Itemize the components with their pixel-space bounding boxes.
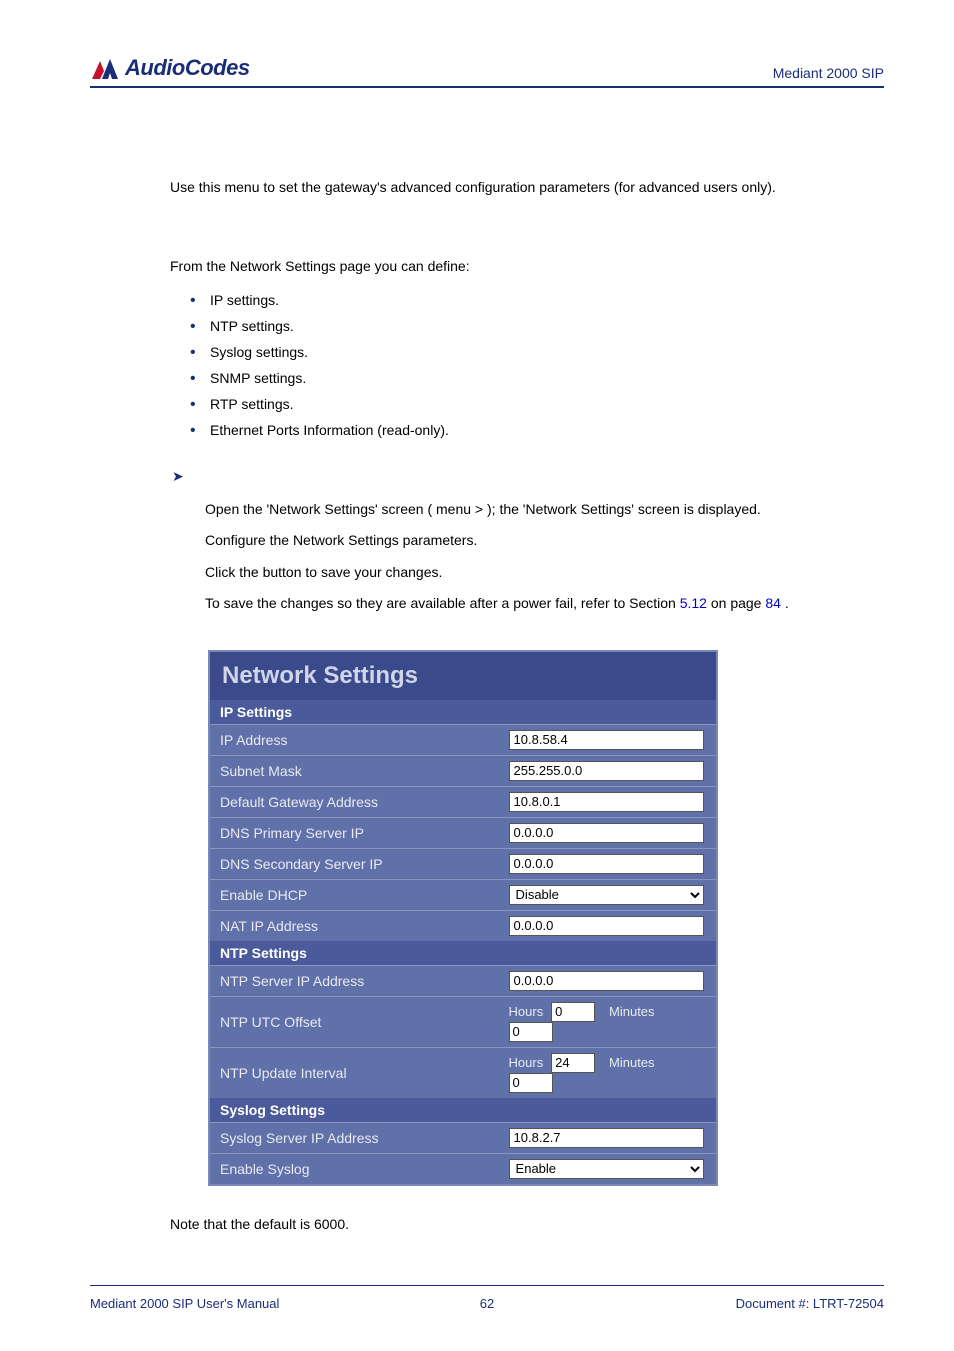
footer-page-number: 62 bbox=[480, 1296, 494, 1311]
syslog-select[interactable]: Enable bbox=[509, 1159, 704, 1179]
label-dns1: DNS Primary Server IP bbox=[209, 817, 499, 848]
utc-hours-input[interactable] bbox=[551, 1002, 595, 1022]
utc-minutes-input[interactable] bbox=[509, 1022, 553, 1042]
step-text: ); the 'Network Settings' screen is disp… bbox=[487, 501, 761, 517]
list-item: NTP settings. bbox=[170, 318, 874, 334]
steps-list: Open the 'Network Settings' screen ( men… bbox=[205, 500, 874, 614]
ip-address-input[interactable] bbox=[509, 730, 704, 750]
step-text: Click the bbox=[205, 564, 263, 580]
panel-title: Network Settings bbox=[209, 651, 717, 700]
define-intro: From the Network Settings page you can d… bbox=[170, 258, 874, 274]
interval-hours-input[interactable] bbox=[551, 1053, 595, 1073]
intro-text: Use this menu to set the gateway's advan… bbox=[170, 178, 874, 198]
list-item: Ethernet Ports Information (read-only). bbox=[170, 422, 874, 438]
list-item: SNMP settings. bbox=[170, 370, 874, 386]
step-1: Open the 'Network Settings' screen ( men… bbox=[205, 500, 874, 520]
step-text: menu > bbox=[436, 501, 487, 517]
dns2-input[interactable] bbox=[509, 854, 704, 874]
step-4: To save the changes so they are availabl… bbox=[205, 594, 874, 614]
label-gateway: Default Gateway Address bbox=[209, 786, 499, 817]
hours-label: Hours bbox=[509, 1004, 544, 1019]
footer-left: Mediant 2000 SIP User's Manual bbox=[90, 1296, 279, 1311]
step-text: on page bbox=[711, 595, 766, 611]
label-enable-syslog: Enable Syslog bbox=[209, 1153, 499, 1185]
settings-bullet-list: IP settings. NTP settings. Syslog settin… bbox=[170, 292, 874, 438]
list-item: IP settings. bbox=[170, 292, 874, 308]
arrow-icon: ➤ bbox=[172, 468, 874, 485]
label-ip-address: IP Address bbox=[209, 724, 499, 755]
ntp-server-input[interactable] bbox=[509, 971, 704, 991]
label-dns2: DNS Secondary Server IP bbox=[209, 848, 499, 879]
subnet-mask-input[interactable] bbox=[509, 761, 704, 781]
logo: AudioCodes bbox=[90, 55, 250, 81]
label-update-interval: NTP Update Interval bbox=[209, 1047, 499, 1098]
syslog-server-input[interactable] bbox=[509, 1128, 704, 1148]
logo-text: AudioCodes bbox=[125, 55, 250, 81]
step-text: Open the 'Network Settings' screen ( bbox=[205, 501, 432, 517]
list-item: RTP settings. bbox=[170, 396, 874, 412]
page-header: AudioCodes Mediant 2000 SIP bbox=[90, 55, 884, 88]
content-area: Use this menu to set the gateway's advan… bbox=[170, 178, 874, 1232]
interval-minutes-input[interactable] bbox=[509, 1073, 553, 1093]
minutes-label: Minutes bbox=[609, 1004, 655, 1019]
header-product: Mediant 2000 SIP bbox=[773, 65, 884, 81]
hours-label: Hours bbox=[509, 1055, 544, 1070]
step-text: . bbox=[785, 595, 789, 611]
footer-right: Document #: LTRT-72504 bbox=[736, 1296, 884, 1311]
label-nat: NAT IP Address bbox=[209, 910, 499, 941]
section-header-syslog: Syslog Settings bbox=[209, 1098, 717, 1123]
gateway-input[interactable] bbox=[509, 792, 704, 812]
label-ntp-server: NTP Server IP Address bbox=[209, 965, 499, 996]
minutes-label: Minutes bbox=[609, 1055, 655, 1070]
label-subnet-mask: Subnet Mask bbox=[209, 755, 499, 786]
list-item: Syslog settings. bbox=[170, 344, 874, 360]
section-header-ntp: NTP Settings bbox=[209, 941, 717, 966]
step-2: Configure the Network Settings parameter… bbox=[205, 531, 874, 551]
label-utc-offset: NTP UTC Offset bbox=[209, 996, 499, 1047]
note-text: Note that the default is 6000. bbox=[170, 1216, 874, 1232]
step-text: button to save your changes. bbox=[263, 564, 443, 580]
section-header-ip: IP Settings bbox=[209, 700, 717, 725]
step-text: To save the changes so they are availabl… bbox=[205, 595, 680, 611]
label-syslog-server: Syslog Server IP Address bbox=[209, 1122, 499, 1153]
dns1-input[interactable] bbox=[509, 823, 704, 843]
dhcp-select[interactable]: Disable bbox=[509, 885, 704, 905]
step-3: Click the button to save your changes. bbox=[205, 563, 874, 583]
network-settings-panel: Network Settings IP Settings IP Address … bbox=[208, 650, 874, 1186]
audiocodes-logo-icon bbox=[90, 55, 120, 81]
label-dhcp: Enable DHCP bbox=[209, 879, 499, 910]
section-link[interactable]: 5.12 bbox=[680, 595, 707, 611]
page-link[interactable]: 84 bbox=[765, 595, 781, 611]
page-footer: Mediant 2000 SIP User's Manual 62 Docume… bbox=[90, 1285, 884, 1311]
nat-input[interactable] bbox=[509, 916, 704, 936]
